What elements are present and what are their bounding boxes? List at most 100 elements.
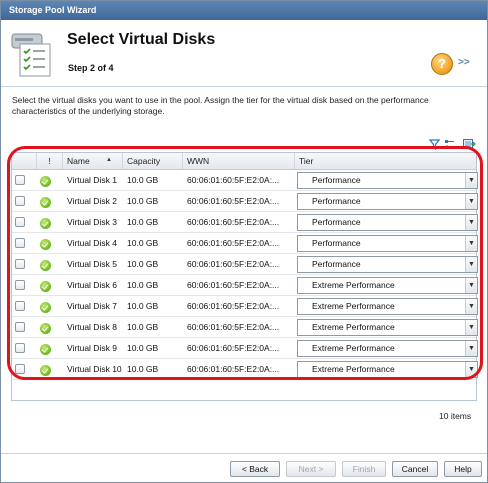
status-ok-icon bbox=[40, 323, 51, 334]
tier-select[interactable]: Extreme Performance ▼ bbox=[297, 319, 478, 336]
table-row[interactable]: Virtual Disk 2 10.0 GB 60:06:01:60:5F:E2:0… bbox=[12, 191, 478, 212]
table-row[interactable]: Virtual Disk 1 10.0 GB 60:06:01:60:5F:E2:0… bbox=[12, 170, 478, 191]
status-ok-icon bbox=[40, 218, 51, 229]
column-header-name[interactable]: Name bbox=[63, 153, 123, 169]
window-titlebar: Storage Pool Wizard bbox=[1, 1, 487, 20]
tier-select-value: Performance bbox=[312, 217, 361, 227]
column-header-name-label: Name bbox=[67, 156, 90, 166]
tier-select-value: Performance bbox=[312, 196, 361, 206]
header-divider bbox=[1, 86, 487, 87]
grid-toolbar bbox=[429, 137, 476, 151]
instructions-text: Select the virtual disks you want to use… bbox=[12, 95, 429, 116]
tier-select[interactable]: Performance ▼ bbox=[297, 193, 478, 210]
tier-select-value: Extreme Performance bbox=[312, 343, 395, 353]
table-row[interactable]: Virtual Disk 3 10.0 GB 60:06:01:60:5F:E2:0… bbox=[12, 212, 478, 233]
row-checkbox[interactable] bbox=[15, 322, 25, 332]
help-icon[interactable]: ? bbox=[431, 53, 453, 75]
table-row[interactable]: Virtual Disk 4 10.0 GB 60:06:01:60:5F:E2:0… bbox=[12, 233, 478, 254]
table-row[interactable]: Virtual Disk 7 10.0 GB 60:06:01:60:5F:E2:0… bbox=[12, 296, 478, 317]
cancel-button[interactable]: Cancel bbox=[392, 461, 438, 477]
window-title: Storage Pool Wizard bbox=[9, 5, 97, 15]
export-icon[interactable] bbox=[463, 138, 476, 150]
disk-capacity: 10.0 GB bbox=[127, 364, 159, 374]
table-row[interactable]: Virtual Disk 5 10.0 GB 60:06:01:60:5F:E2:0… bbox=[12, 254, 478, 275]
disk-name: Virtual Disk 4 bbox=[67, 238, 117, 248]
chevron-down-icon[interactable]: ▼ bbox=[465, 257, 477, 272]
finish-button[interactable]: Finish bbox=[342, 461, 386, 477]
disk-wwn: 60:06:01:60:5F:E2:0A:... bbox=[187, 217, 280, 227]
sort-ascending-icon: ▲ bbox=[106, 157, 112, 163]
wizard-header: Select Virtual Disks Step 2 of 4 ? >> bbox=[1, 20, 487, 86]
chevron-down-icon[interactable]: ▼ bbox=[465, 236, 477, 251]
disk-capacity: 10.0 GB bbox=[127, 238, 159, 248]
disk-capacity: 10.0 GB bbox=[127, 301, 159, 311]
chevron-down-icon[interactable]: ▼ bbox=[465, 278, 477, 293]
tier-select-value: Performance bbox=[312, 175, 361, 185]
chevron-down-icon[interactable]: ▼ bbox=[465, 341, 477, 356]
disk-name: Virtual Disk 10 bbox=[67, 364, 122, 374]
back-button[interactable]: < Back bbox=[230, 461, 280, 477]
disk-name: Virtual Disk 6 bbox=[67, 280, 117, 290]
disk-wwn: 60:06:01:60:5F:E2:0A:... bbox=[187, 175, 280, 185]
tier-select-value: Extreme Performance bbox=[312, 301, 395, 311]
column-header-capacity[interactable]: Capacity bbox=[123, 153, 183, 169]
disk-wwn: 60:06:01:60:5F:E2:0A:... bbox=[187, 322, 280, 332]
table-row[interactable]: Virtual Disk 6 10.0 GB 60:06:01:60:5F:E2:0… bbox=[12, 275, 478, 296]
chevron-down-icon[interactable]: ▼ bbox=[465, 194, 477, 209]
table-row[interactable]: Virtual Disk 10 10.0 GB 60:06:01:60:5F:E2:… bbox=[12, 359, 478, 380]
row-checkbox[interactable] bbox=[15, 364, 25, 374]
disk-name: Virtual Disk 5 bbox=[67, 259, 117, 269]
chevron-down-icon[interactable]: ▼ bbox=[465, 173, 477, 188]
row-checkbox[interactable] bbox=[15, 238, 25, 248]
disk-wwn: 60:06:01:60:5F:E2:0A:... bbox=[187, 280, 280, 290]
table-row[interactable]: Virtual Disk 8 10.0 GB 60:06:01:60:5F:E2:0… bbox=[12, 317, 478, 338]
footer-divider bbox=[1, 453, 487, 454]
tier-select[interactable]: Extreme Performance ▼ bbox=[297, 340, 478, 357]
tier-select[interactable]: Performance ▼ bbox=[297, 214, 478, 231]
tier-select[interactable]: Performance ▼ bbox=[297, 172, 478, 189]
column-chooser-icon[interactable] bbox=[444, 139, 459, 150]
column-header-wwn[interactable]: WWN bbox=[183, 153, 295, 169]
tier-select[interactable]: Performance ▼ bbox=[297, 235, 478, 252]
disk-wwn: 60:06:01:60:5F:E2:0A:... bbox=[187, 343, 280, 353]
chevron-down-icon[interactable]: ▼ bbox=[465, 215, 477, 230]
disk-name: Virtual Disk 8 bbox=[67, 322, 117, 332]
page-title: Select Virtual Disks bbox=[67, 31, 216, 48]
table-row[interactable]: Virtual Disk 9 10.0 GB 60:06:01:60:5F:E2:0… bbox=[12, 338, 478, 359]
row-checkbox[interactable] bbox=[15, 343, 25, 353]
expand-arrows-icon[interactable]: >> bbox=[458, 57, 470, 68]
disk-capacity: 10.0 GB bbox=[127, 322, 159, 332]
filter-icon[interactable] bbox=[429, 138, 440, 150]
status-ok-icon bbox=[40, 302, 51, 313]
wizard-window: Storage Pool Wizard Select Virtual Disks… bbox=[0, 0, 488, 483]
column-header-tier[interactable]: Tier bbox=[295, 153, 476, 169]
disk-wwn: 60:06:01:60:5F:E2:0A:... bbox=[187, 364, 280, 374]
next-button[interactable]: Next > bbox=[286, 461, 336, 477]
status-ok-icon bbox=[40, 260, 51, 271]
tier-select-value: Extreme Performance bbox=[312, 322, 395, 332]
tier-select-value: Extreme Performance bbox=[312, 364, 395, 374]
virtual-disk-grid: ! Name ▲ Capacity WWN Tier Virtual Disk … bbox=[11, 152, 478, 401]
row-checkbox[interactable] bbox=[15, 217, 25, 227]
tier-select[interactable]: Extreme Performance ▼ bbox=[297, 277, 478, 294]
row-checkbox[interactable] bbox=[15, 301, 25, 311]
column-header-status[interactable]: ! bbox=[37, 153, 63, 169]
column-header-select[interactable] bbox=[12, 153, 37, 169]
grid-header: ! Name ▲ Capacity WWN Tier bbox=[12, 153, 476, 170]
disk-capacity: 10.0 GB bbox=[127, 343, 159, 353]
chevron-down-icon[interactable]: ▼ bbox=[465, 362, 477, 377]
row-checkbox[interactable] bbox=[15, 259, 25, 269]
chevron-down-icon[interactable]: ▼ bbox=[465, 299, 477, 314]
status-ok-icon bbox=[40, 365, 51, 376]
row-checkbox[interactable] bbox=[15, 175, 25, 185]
disk-capacity: 10.0 GB bbox=[127, 196, 159, 206]
tier-select[interactable]: Performance ▼ bbox=[297, 256, 478, 273]
disk-capacity: 10.0 GB bbox=[127, 175, 159, 185]
row-checkbox[interactable] bbox=[15, 280, 25, 290]
tier-select[interactable]: Extreme Performance ▼ bbox=[297, 361, 478, 378]
help-button[interactable]: Help bbox=[444, 461, 482, 477]
chevron-down-icon[interactable]: ▼ bbox=[465, 320, 477, 335]
status-ok-icon bbox=[40, 344, 51, 355]
row-checkbox[interactable] bbox=[15, 196, 25, 206]
tier-select[interactable]: Extreme Performance ▼ bbox=[297, 298, 478, 315]
